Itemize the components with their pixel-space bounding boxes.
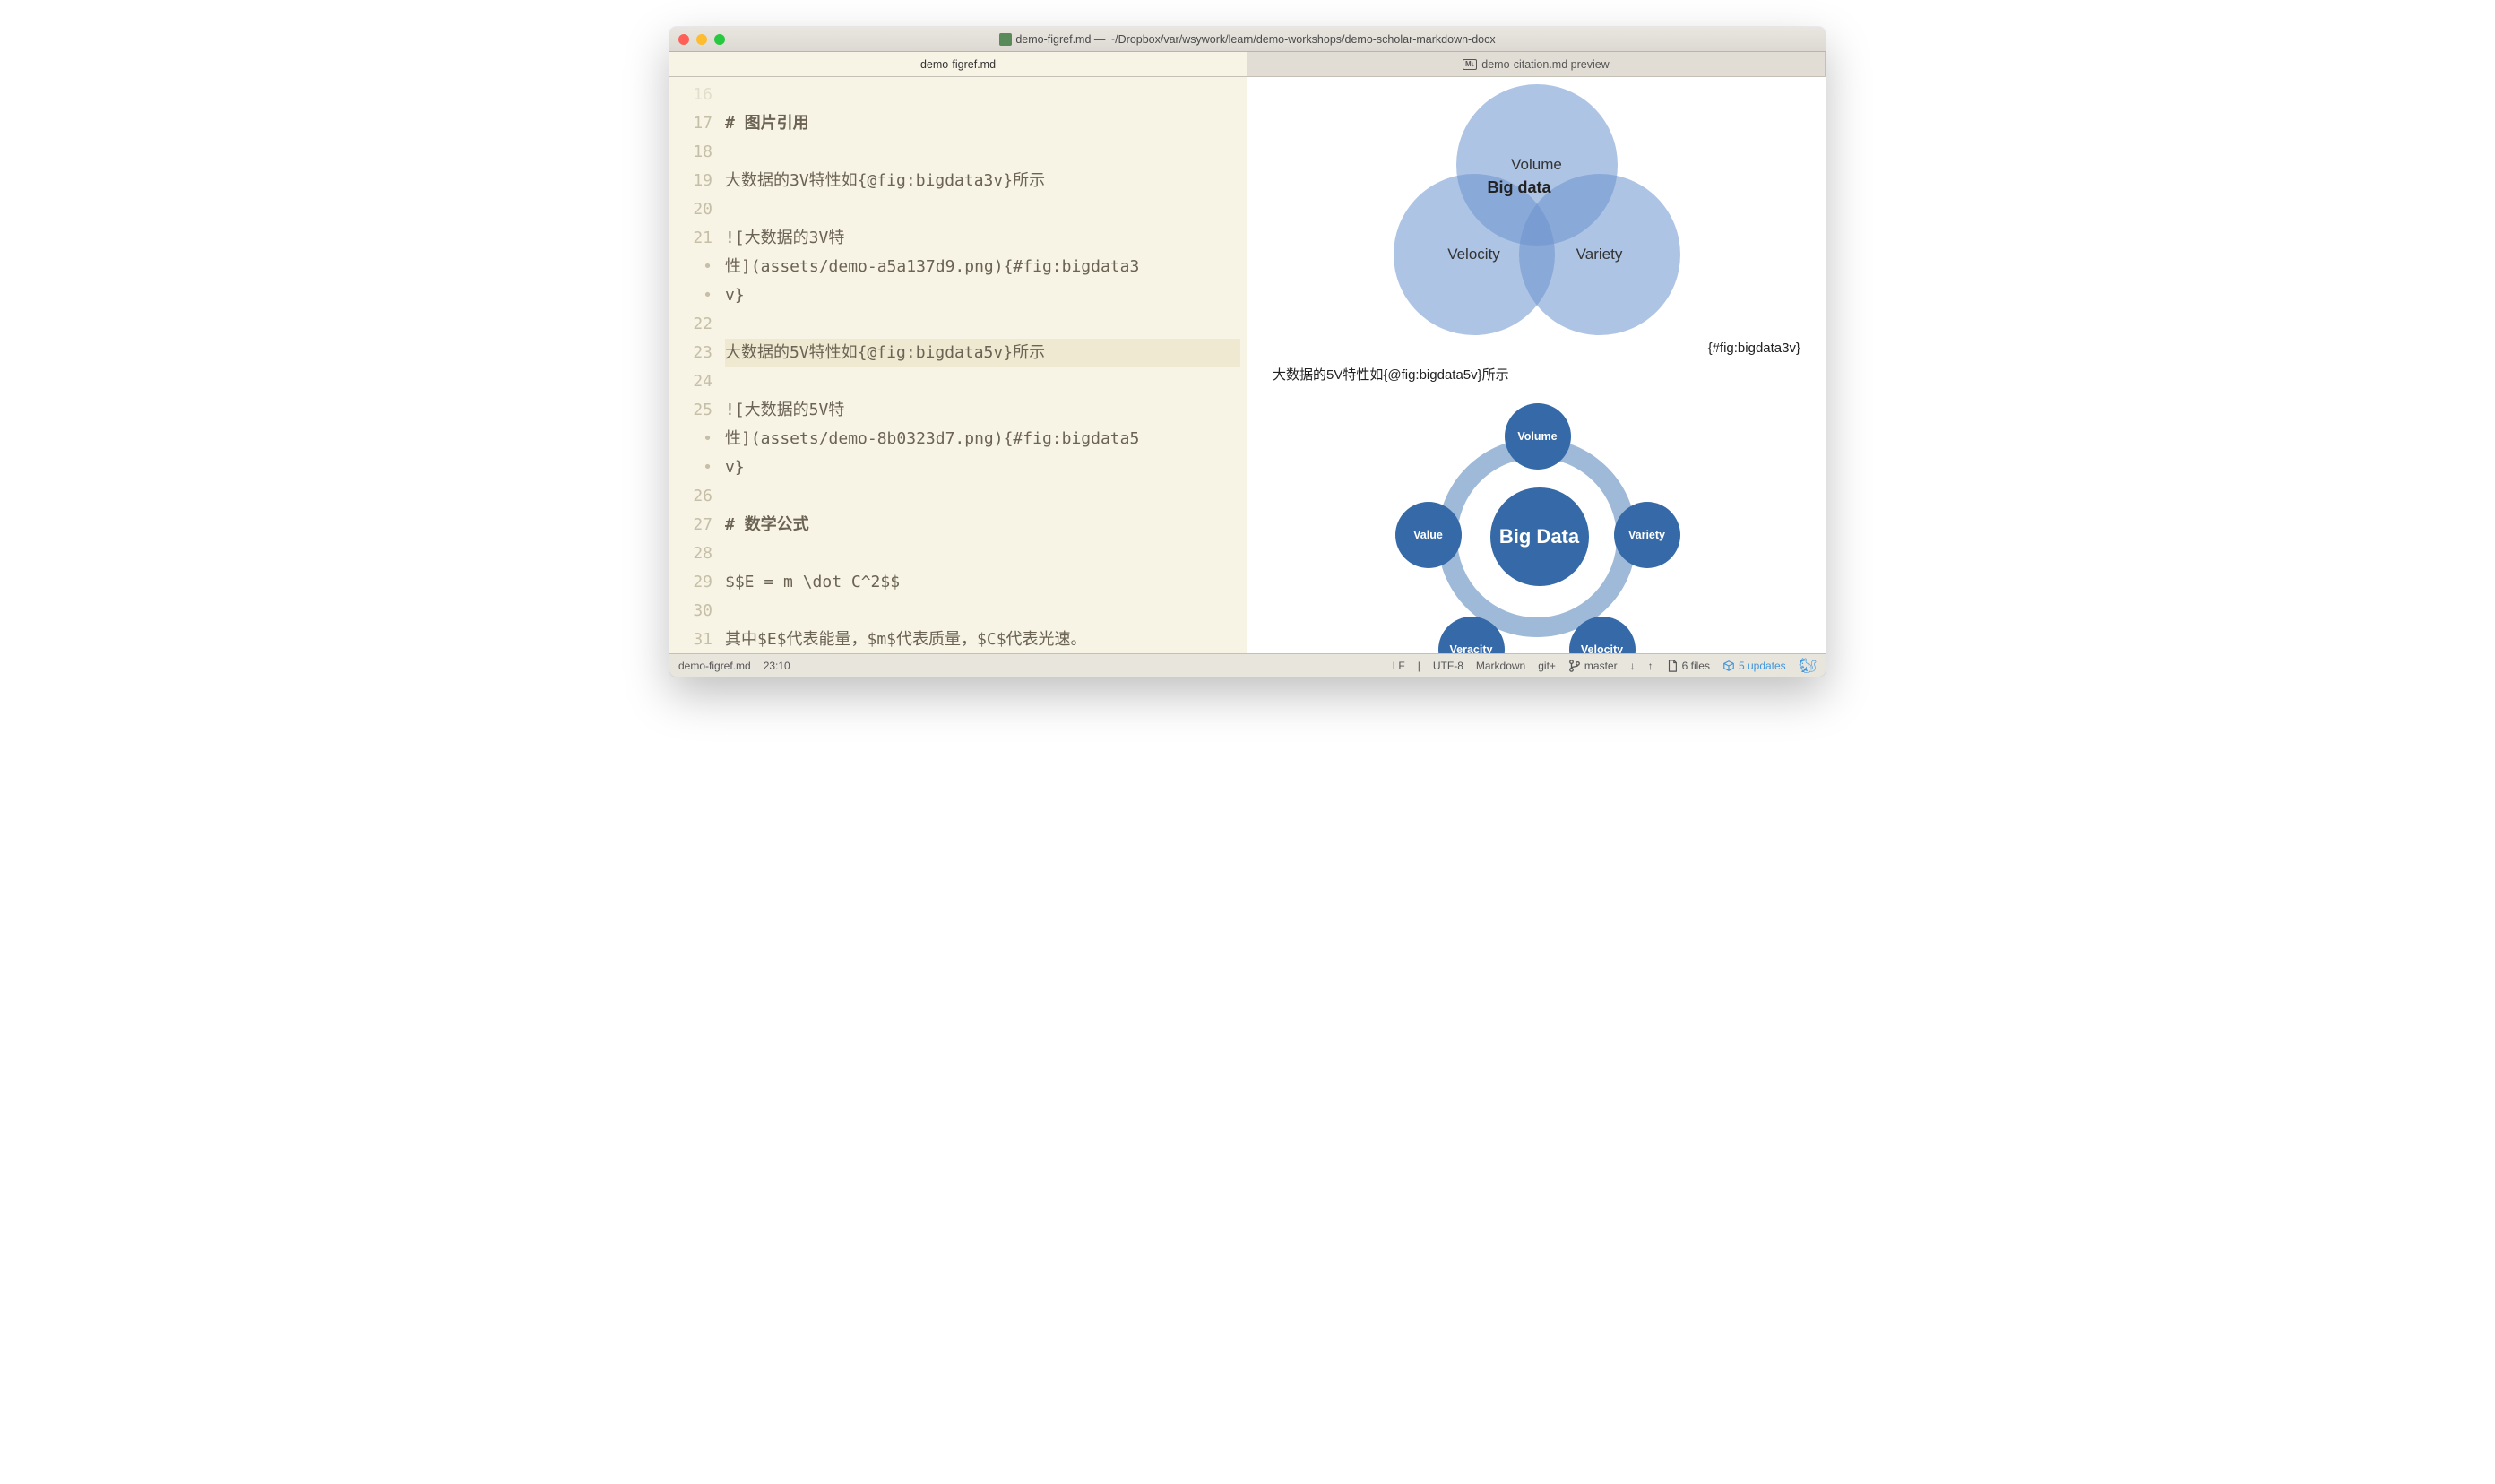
window-title-text: demo-figref.md — ~/Dropbox/var/wsywork/l… [1015,33,1495,46]
code-line: 其中$E$代表能量，$m$代表质量，$C$代表光速。 [725,626,1240,653]
venn-circle-variety: Variety [1519,174,1680,335]
status-files[interactable]: 6 files [1666,660,1710,672]
fetch-icon[interactable]: ↓ [1630,660,1636,672]
line-num: 19 [673,167,712,195]
line-num: 24 [673,367,712,396]
line-bullet: • [673,453,712,482]
venn-center-label: Big data [1488,178,1551,197]
file-icon [999,33,1012,46]
line-num: 28 [673,539,712,568]
preview-text: 大数据的5V特性如{@fig:bigdata5v}所示 [1273,365,1800,384]
code-line: $$E = m \dot C^2$$ [725,568,1240,597]
figure-tag: {#fig:bigdata3v} [1273,341,1800,356]
tab-left[interactable]: demo-figref.md [669,52,1248,76]
line-num: 31 [673,626,712,653]
status-branch[interactable]: master [1568,660,1618,672]
code-line: 性](assets/demo-8b0323d7.png){#fig:bigdat… [725,425,1240,453]
app-window: demo-figref.md — ~/Dropbox/var/wsywork/l… [669,27,1826,677]
line-num: 17 [673,109,712,138]
code-line [725,138,1240,167]
line-bullet: • [673,281,712,310]
squirrel-icon[interactable]: 🐿 [1799,657,1817,675]
line-gutter: 16 17 18 19 20 21 • • 22 23 24 25 • • 26… [669,77,721,653]
code-line [725,597,1240,626]
line-bullet: • [673,425,712,453]
code-line: 大数据的5V特性如{@fig:bigdata5v}所示 [725,339,1240,367]
content: 16 17 18 19 20 21 • • 22 23 24 25 • • 26… [669,77,1826,653]
wheel-node-variety: Variety [1614,502,1680,568]
package-icon [1722,660,1735,672]
tab-left-label: demo-figref.md [920,58,996,71]
zoom-icon[interactable] [714,34,725,45]
branch-icon [1568,660,1581,672]
status-encoding[interactable]: UTF-8 [1433,660,1463,672]
venn-diagram: Volume Velocity Variety Big data [1385,84,1689,335]
tab-right-label: demo-citation.md preview [1481,58,1609,71]
line-num: 25 [673,396,712,425]
line-num: 18 [673,138,712,167]
window-title: demo-figref.md — ~/Dropbox/var/wsywork/l… [669,33,1826,46]
line-num: 30 [673,597,712,626]
wheel-node-value: Value [1395,502,1462,568]
tabbar: demo-figref.md M↓ demo-citation.md previ… [669,52,1826,77]
traffic-lights [678,34,725,45]
code-line [725,310,1240,339]
status-branch-text: master [1584,660,1618,672]
line-num: 26 [673,482,712,511]
status-updates[interactable]: 5 updates [1722,660,1786,672]
code-line: v} [725,453,1240,482]
wheel-node-volume: Volume [1505,403,1571,470]
wheel-hub: Big Data [1490,487,1589,586]
wheel-diagram: Big Data Volume Variety Velocity Veracit… [1385,394,1689,653]
code-line [725,81,1240,109]
code-area[interactable]: # 图片引用 大数据的3V特性如{@fig:bigdata3v}所示 ![大数据… [721,77,1248,653]
line-bullet: • [673,253,712,281]
line-num: 20 [673,195,712,224]
titlebar: demo-figref.md — ~/Dropbox/var/wsywork/l… [669,27,1826,52]
code-line: 大数据的3V特性如{@fig:bigdata3v}所示 [725,167,1240,195]
close-icon[interactable] [678,34,689,45]
status-files-text: 6 files [1682,660,1710,672]
code-line: # 图片引用 [725,109,1240,138]
code-line: ![大数据的5V特 [725,396,1240,425]
line-num: 23 [673,339,712,367]
code-line [725,367,1240,396]
tab-right[interactable]: M↓ demo-citation.md preview [1248,52,1826,76]
preview-pane[interactable]: Volume Velocity Variety Big data {#fig:b… [1248,77,1826,653]
status-lang[interactable]: Markdown [1476,660,1525,672]
push-icon[interactable]: ↑ [1648,660,1653,672]
line-num: 16 [673,81,712,109]
code-line: v} [725,281,1240,310]
code-line [725,482,1240,511]
markdown-icon: M↓ [1463,59,1477,70]
status-updates-text: 5 updates [1739,660,1786,672]
line-num: 22 [673,310,712,339]
code-line [725,539,1240,568]
status-eol[interactable]: LF [1393,660,1405,672]
code-line: # 数学公式 [725,511,1240,539]
status-sep: | [1418,660,1420,672]
code-line: 性](assets/demo-a5a137d9.png){#fig:bigdat… [725,253,1240,281]
line-num: 21 [673,224,712,253]
status-git[interactable]: git+ [1538,660,1556,672]
minimize-icon[interactable] [696,34,707,45]
code-line: ![大数据的3V特 [725,224,1240,253]
editor-pane[interactable]: 16 17 18 19 20 21 • • 22 23 24 25 • • 26… [669,77,1248,653]
line-num: 27 [673,511,712,539]
code-line [725,195,1240,224]
file-icon [1666,660,1679,672]
status-file[interactable]: demo-figref.md [678,660,751,672]
line-num: 29 [673,568,712,597]
status-cursor[interactable]: 23:10 [764,660,790,672]
statusbar: demo-figref.md 23:10 LF | UTF-8 Markdown… [669,653,1826,677]
